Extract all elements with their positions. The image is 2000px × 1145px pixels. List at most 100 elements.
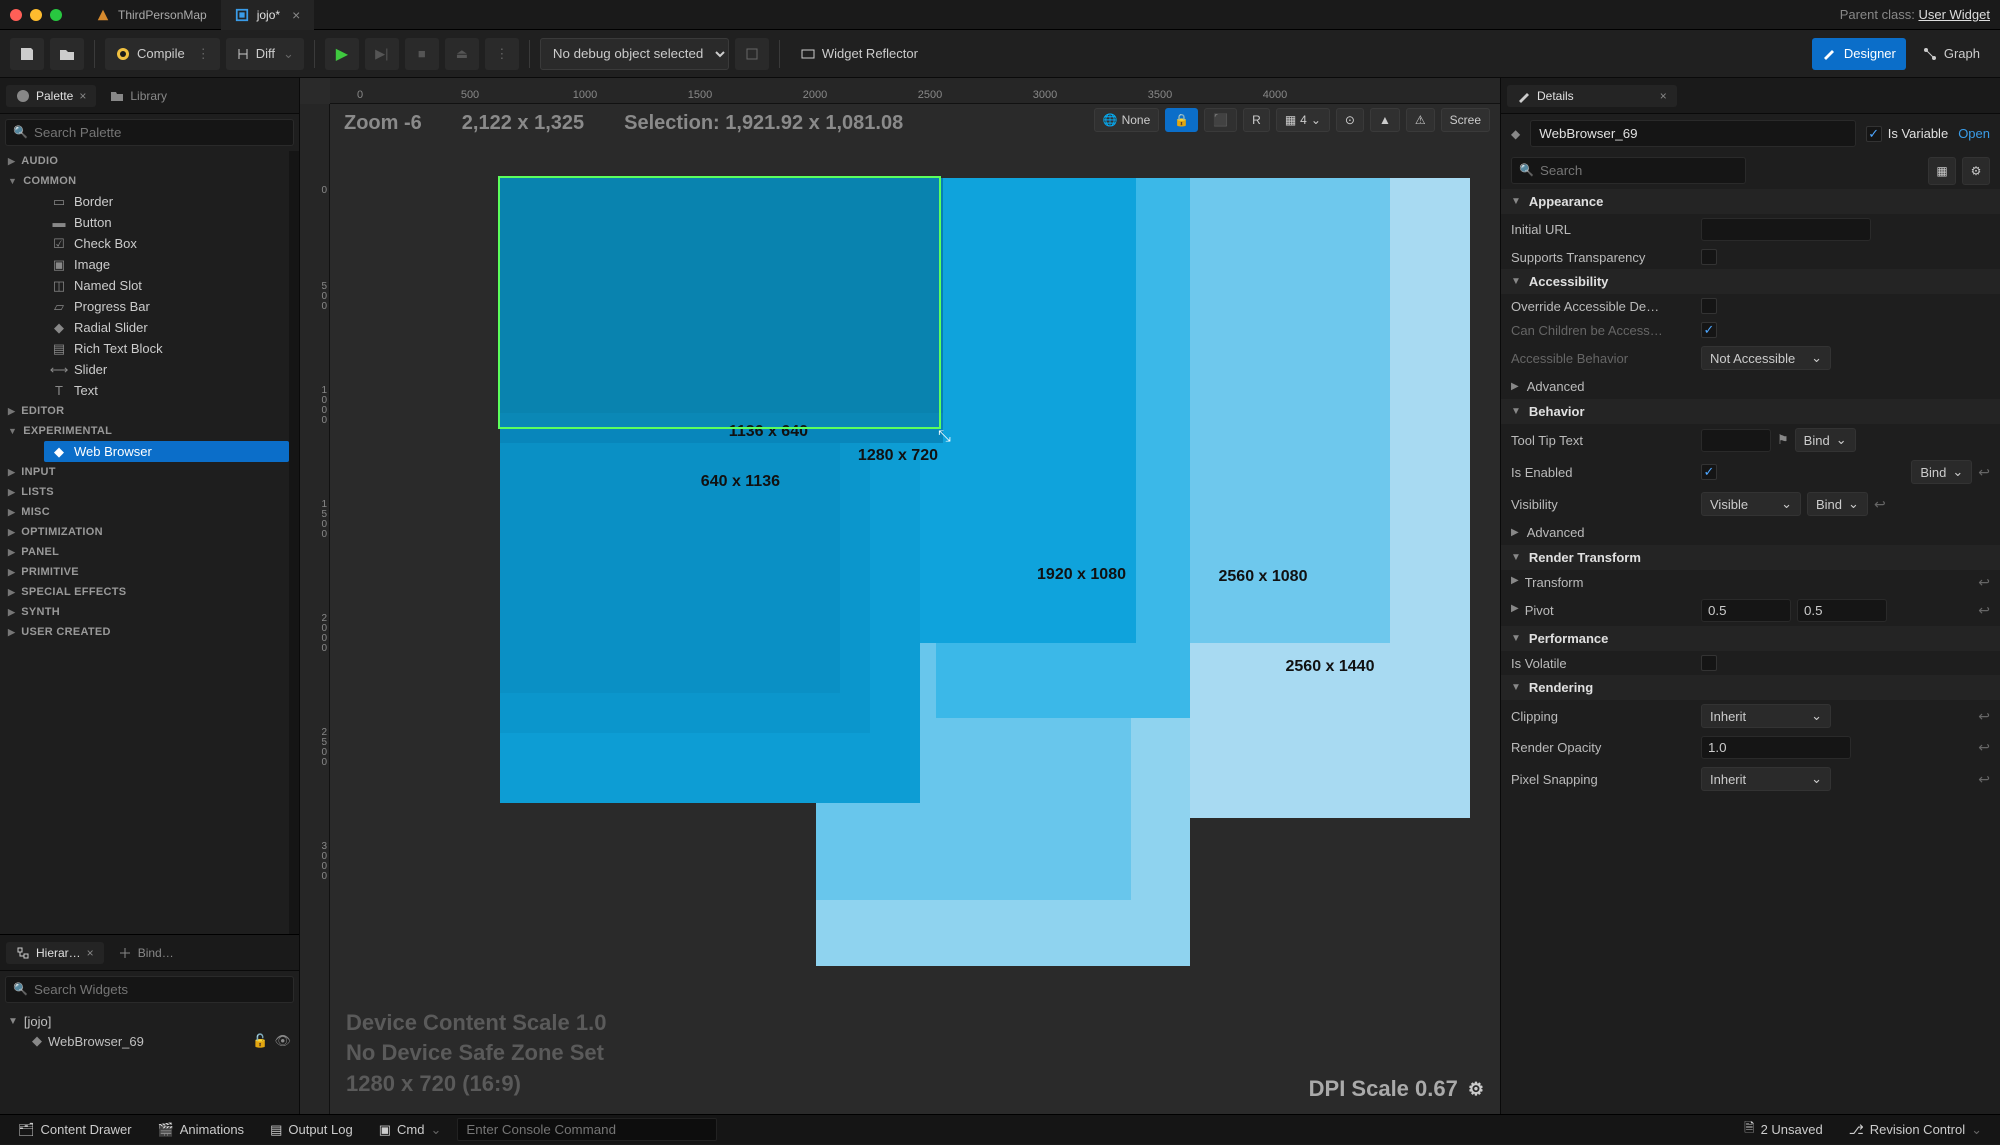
- tab-palette[interactable]: Palette×: [6, 85, 96, 107]
- settings-button[interactable]: ⚙: [1962, 157, 1990, 185]
- enabled-bind-button[interactable]: Bind⌄: [1911, 460, 1972, 484]
- section-accessibility[interactable]: ▼Accessibility: [1501, 269, 2000, 294]
- category-experimental[interactable]: ▼EXPERIMENTAL: [0, 421, 289, 441]
- tree-root[interactable]: ▼[jojo]: [8, 1012, 291, 1031]
- close-window-button[interactable]: [10, 9, 22, 21]
- palette-scrollbar[interactable]: [289, 151, 299, 934]
- palette-item-checkbox[interactable]: ☑Check Box: [44, 233, 289, 254]
- tooltip-bind-button[interactable]: Bind⌄: [1795, 428, 1856, 452]
- localization-button[interactable]: 🌐 None: [1094, 108, 1160, 132]
- flag-icon[interactable]: ⚑: [1777, 432, 1789, 448]
- palette-item-button[interactable]: ▬Button: [44, 212, 289, 233]
- reset-icon[interactable]: ↩: [1978, 602, 1990, 619]
- cmd-button[interactable]: ▣Cmd⌄: [369, 1118, 452, 1142]
- maximize-window-button[interactable]: [50, 9, 62, 21]
- palette-item-text[interactable]: TText: [44, 380, 289, 401]
- warning-button[interactable]: ⚠: [1406, 108, 1435, 132]
- reset-icon[interactable]: ↩: [1978, 708, 1990, 725]
- layout-toggle[interactable]: ⬛: [1204, 108, 1237, 132]
- palette-search-input[interactable]: [5, 119, 294, 146]
- revision-control-button[interactable]: ⎇Revision Control⌄: [1839, 1118, 1992, 1142]
- transparency-checkbox[interactable]: [1701, 249, 1717, 265]
- unsaved-button[interactable]: 🗎2 Unsaved: [1734, 1115, 1833, 1145]
- category-user-created[interactable]: ▶USER CREATED: [0, 622, 289, 642]
- reset-icon[interactable]: ↩: [1874, 496, 1886, 513]
- lock-toggle[interactable]: 🔒: [1165, 108, 1198, 132]
- designer-mode-button[interactable]: Designer: [1812, 38, 1906, 70]
- tree-item-webbrowser[interactable]: ◆WebBrowser_69🔓👁: [8, 1031, 291, 1051]
- designer-canvas[interactable]: 05001000150020002500300035004000 0 500 1…: [300, 78, 1500, 1114]
- category-special-effects[interactable]: ▶SPECIAL EFFECTS: [0, 582, 289, 602]
- section-behavior[interactable]: ▼Behavior: [1501, 399, 2000, 424]
- stop-button[interactable]: ■: [405, 38, 439, 70]
- save-button[interactable]: [10, 38, 44, 70]
- category-audio[interactable]: ▶AUDIO: [0, 151, 289, 171]
- category-primitive[interactable]: ▶PRIMITIVE: [0, 562, 289, 582]
- eye-icon[interactable]: 👁: [274, 1033, 291, 1049]
- resize-handle-cursor[interactable]: ⤡: [938, 428, 958, 448]
- console-command-input[interactable]: [457, 1118, 717, 1141]
- tab-bind[interactable]: Bind…: [108, 942, 184, 964]
- design-surface[interactable]: 2560 x 1440 2560 x 1080 1536 x 2048 1080…: [500, 178, 1470, 1114]
- pixel-snapping-select[interactable]: Inherit⌄: [1701, 767, 1831, 791]
- palette-item-web-browser[interactable]: ◆Web Browser: [44, 441, 289, 462]
- screen-size-button[interactable]: Scree: [1441, 108, 1490, 132]
- widget-name-input[interactable]: [1530, 120, 1855, 147]
- debug-object-select[interactable]: No debug object selected: [540, 38, 729, 70]
- output-log-button[interactable]: ▤Output Log: [260, 1118, 363, 1142]
- section-advanced-1[interactable]: ▶Advanced: [1501, 374, 2000, 399]
- section-appearance[interactable]: ▼Appearance: [1501, 189, 2000, 214]
- category-misc[interactable]: ▶MISC: [0, 502, 289, 522]
- visibility-bind-button[interactable]: Bind⌄: [1807, 492, 1868, 516]
- render-opacity-input[interactable]: [1701, 736, 1851, 759]
- close-icon[interactable]: ×: [79, 89, 86, 103]
- clipping-select[interactable]: Inherit⌄: [1701, 704, 1831, 728]
- details-search-input[interactable]: [1511, 157, 1746, 184]
- palette-item-radial-slider[interactable]: ◆Radial Slider: [44, 317, 289, 338]
- animations-button[interactable]: 🎬Animations: [148, 1118, 255, 1142]
- browse-button[interactable]: [50, 38, 84, 70]
- section-render-transform[interactable]: ▼Render Transform: [1501, 545, 2000, 570]
- reset-icon[interactable]: ↩: [1978, 771, 1990, 788]
- palette-item-image[interactable]: ▣Image: [44, 254, 289, 275]
- section-rendering[interactable]: ▼Rendering: [1501, 675, 2000, 700]
- visibility-select[interactable]: Visible⌄: [1701, 492, 1801, 516]
- open-blueprint-link[interactable]: Open: [1958, 126, 1990, 141]
- minimize-window-button[interactable]: [30, 9, 42, 21]
- palette-item-slider[interactable]: ⟷Slider: [44, 359, 289, 380]
- play-options-button[interactable]: ⋮: [485, 38, 519, 70]
- tab-library[interactable]: Library: [100, 85, 177, 107]
- selection-outline[interactable]: [498, 176, 941, 429]
- close-tab-button[interactable]: ×: [292, 7, 300, 23]
- is-variable-checkbox[interactable]: ✓Is Variable: [1866, 126, 1948, 142]
- reset-icon[interactable]: ↩: [1978, 464, 1990, 481]
- palette-list[interactable]: ▶AUDIO ▼COMMON ▭Border ▬Button ☑Check Bo…: [0, 151, 289, 934]
- pivot-x-input[interactable]: [1701, 599, 1791, 622]
- tab-thirdpersonmap[interactable]: ThirdPersonMap: [82, 0, 221, 30]
- initial-url-input[interactable]: [1701, 218, 1871, 241]
- property-matrix-button[interactable]: ▦: [1928, 157, 1956, 185]
- respect-locks-button[interactable]: R: [1243, 108, 1270, 132]
- parent-class-link[interactable]: User Widget: [1918, 7, 1990, 22]
- grid-snap-button[interactable]: ▦ 4 ⌄: [1276, 108, 1330, 132]
- reset-icon[interactable]: ↩: [1978, 574, 1990, 591]
- palette-item-border[interactable]: ▭Border: [44, 191, 289, 212]
- override-accessible-checkbox[interactable]: [1701, 298, 1717, 314]
- close-icon[interactable]: ×: [87, 946, 94, 960]
- section-performance[interactable]: ▼Performance: [1501, 626, 2000, 651]
- category-synth[interactable]: ▶SYNTH: [0, 602, 289, 622]
- play-button[interactable]: ▶: [325, 38, 359, 70]
- section-advanced-2[interactable]: ▶Advanced: [1501, 520, 2000, 545]
- close-icon[interactable]: ×: [1660, 89, 1667, 103]
- diff-button[interactable]: Diff⌄: [226, 38, 304, 70]
- find-in-cb-button[interactable]: [735, 38, 769, 70]
- compile-button[interactable]: Compile⋮: [105, 38, 220, 70]
- zoom-fit-button[interactable]: ⊙: [1336, 108, 1364, 132]
- category-common[interactable]: ▼COMMON: [0, 171, 289, 191]
- tooltip-input[interactable]: [1701, 429, 1771, 452]
- category-editor[interactable]: ▶EDITOR: [0, 401, 289, 421]
- gear-icon[interactable]: ⚙: [1468, 1079, 1484, 1100]
- reset-icon[interactable]: ↩: [1978, 739, 1990, 756]
- tab-jojo[interactable]: jojo* ×: [221, 0, 315, 30]
- tab-details[interactable]: Details×: [1507, 85, 1677, 107]
